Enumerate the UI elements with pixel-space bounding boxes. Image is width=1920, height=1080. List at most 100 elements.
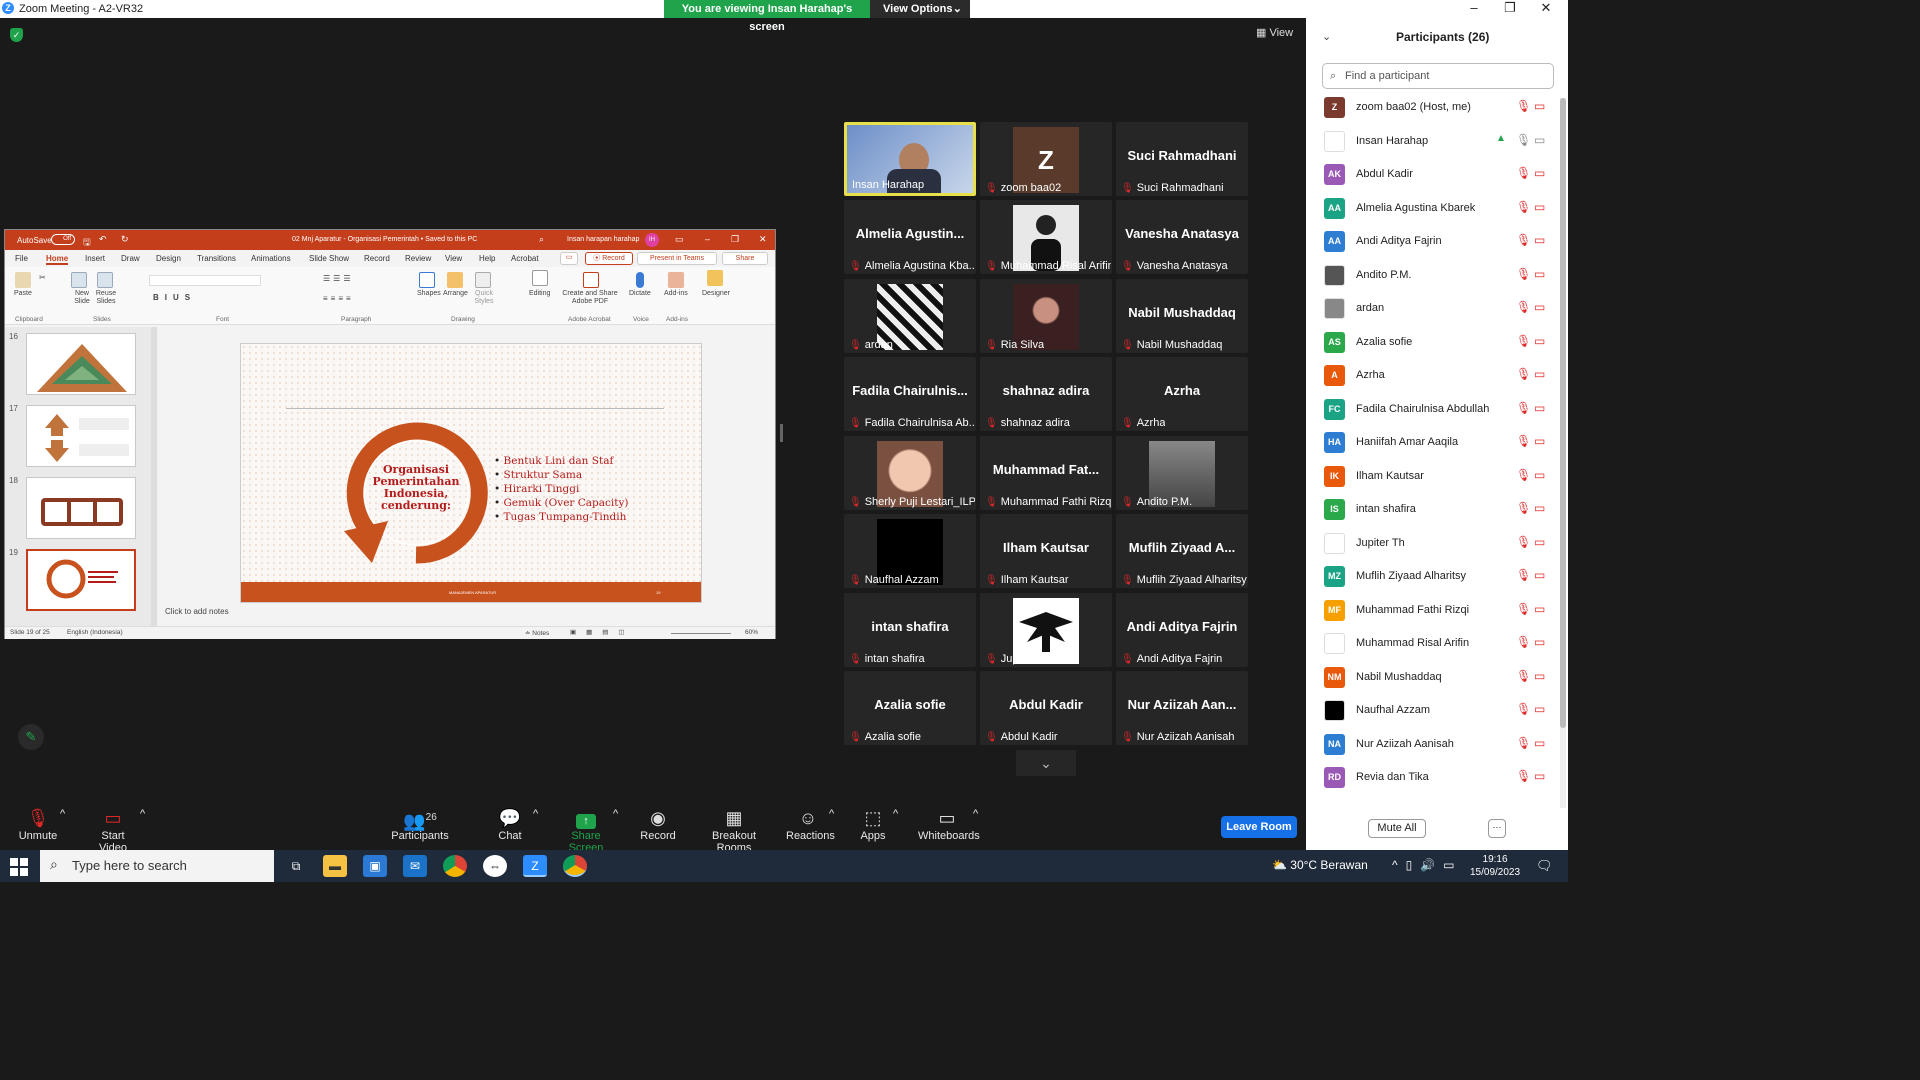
view-options-button[interactable]: View Options ⌄ bbox=[870, 0, 970, 18]
muted-mic-icon[interactable]: 🎙 bbox=[1516, 669, 1531, 683]
apps-caret-icon[interactable]: ^ bbox=[893, 808, 898, 820]
video-off-icon[interactable]: ▭ bbox=[1534, 300, 1545, 314]
comments-icon[interactable]: ▭ bbox=[560, 252, 578, 265]
shapes-label[interactable]: Shapes bbox=[417, 290, 441, 297]
unmute-button[interactable]: 🎙 Unmute bbox=[18, 808, 58, 842]
thumbs-scrollbar[interactable] bbox=[151, 327, 157, 627]
designer-icon[interactable] bbox=[707, 270, 723, 286]
zoom-taskbar-icon[interactable]: Z bbox=[523, 855, 547, 877]
video-tile[interactable]: Abdul Kadir 🎙 Abdul Kadir bbox=[980, 671, 1112, 745]
account-avatar[interactable]: IH bbox=[645, 233, 659, 247]
tab-view[interactable]: View bbox=[445, 254, 462, 263]
split-handle[interactable] bbox=[780, 424, 783, 442]
muted-mic-icon[interactable]: 🎙 bbox=[1516, 769, 1531, 783]
autosave-toggle[interactable]: Off bbox=[51, 234, 75, 245]
font-format-icons[interactable]: BIUS bbox=[153, 293, 196, 302]
whiteboards-button[interactable]: ▭ Whiteboards bbox=[918, 808, 980, 842]
notes-placeholder[interactable]: Click to add notes bbox=[165, 607, 229, 616]
taskbar-search-box[interactable]: ⌕ Type here to search bbox=[40, 850, 274, 882]
editing-icon[interactable] bbox=[532, 270, 548, 286]
video-tile[interactable]: Insan Harahap bbox=[844, 122, 976, 196]
muted-mic-icon[interactable]: 🎙 bbox=[1516, 99, 1531, 113]
maximize-icon[interactable]: ❐ bbox=[731, 234, 739, 245]
video-off-icon[interactable]: ▭ bbox=[1534, 434, 1545, 448]
arrange-label[interactable]: Arrange bbox=[443, 290, 468, 297]
ribbon-display-icon[interactable]: ▭ bbox=[675, 234, 684, 245]
document-title[interactable]: 02 Mnj Aparatur - Organisasi Pemerintah … bbox=[292, 236, 477, 243]
muted-mic-icon[interactable]: 🎙 bbox=[1516, 300, 1531, 314]
muted-mic-icon[interactable]: 🎙 bbox=[1516, 501, 1531, 515]
slide-thumbnail-16[interactable] bbox=[26, 333, 136, 395]
audio-options-caret-icon[interactable]: ^ bbox=[60, 808, 65, 820]
collapse-chevron-icon[interactable]: ⌄ bbox=[1322, 30, 1331, 43]
file-explorer-icon[interactable]: ▬ bbox=[323, 855, 347, 877]
participant-row[interactable]: Naufhal Azzam 🎙 ▭ bbox=[1306, 695, 1554, 725]
participant-row[interactable]: Andito P.M. 🎙 ▭ bbox=[1306, 260, 1554, 290]
windows-start-icon[interactable] bbox=[10, 858, 28, 876]
more-options-icon[interactable]: ··· bbox=[1488, 819, 1506, 838]
tab-help[interactable]: Help bbox=[479, 254, 495, 263]
video-tile[interactable]: Suci Rahmadhani 🎙 Suci Rahmadhani bbox=[1116, 122, 1248, 196]
video-off-icon[interactable]: ▭ bbox=[1534, 501, 1545, 515]
video-tile[interactable]: 🎙 Sherly Puji Lestari_ILP... bbox=[844, 436, 976, 510]
video-off-icon[interactable]: ▭ bbox=[1534, 166, 1545, 180]
language-indicator[interactable]: English (Indonesia) bbox=[67, 629, 123, 636]
muted-mic-icon[interactable]: 🎙 bbox=[1516, 267, 1531, 281]
muted-mic-icon[interactable]: 🎙 bbox=[1516, 535, 1531, 549]
tab-record[interactable]: Record bbox=[364, 254, 390, 263]
muted-mic-icon[interactable]: 🎙 bbox=[1516, 434, 1531, 448]
annotate-pencil-icon[interactable]: ✎ bbox=[18, 724, 44, 750]
slide-canvas[interactable]: Organisasi Pemerintahan Indonesia, cende… bbox=[240, 343, 702, 603]
zoom-level[interactable]: 60% bbox=[745, 629, 758, 636]
video-tile[interactable]: Azrha 🎙 Azrha bbox=[1116, 357, 1248, 431]
security-shield-icon[interactable]: ✓ bbox=[10, 28, 23, 42]
adobe-pdf-icon[interactable] bbox=[583, 272, 599, 288]
participant-row[interactable]: MF Muhammad Fathi Rizqi 🎙 ▭ bbox=[1306, 595, 1554, 625]
video-tile[interactable]: Almelia Agustin... 🎙 Almelia Agustina Kba.… bbox=[844, 200, 976, 274]
video-off-icon[interactable]: ▭ bbox=[1534, 99, 1545, 113]
video-options-caret-icon[interactable]: ^ bbox=[140, 808, 145, 820]
video-tile[interactable]: 🎙 Muhammad Risal Arifin bbox=[980, 200, 1112, 274]
participants-button[interactable]: 👥26 Participants bbox=[390, 808, 450, 842]
undo-icon[interactable]: ↶ bbox=[99, 234, 107, 245]
participant-row[interactable]: NM Nabil Mushaddaq 🎙 ▭ bbox=[1306, 662, 1554, 692]
participant-list-scrollbar[interactable] bbox=[1560, 98, 1566, 808]
participant-row[interactable]: IK Ilham Kautsar 🎙 ▭ bbox=[1306, 461, 1554, 491]
editing-label[interactable]: Editing bbox=[529, 290, 550, 297]
close-icon[interactable]: ✕ bbox=[1528, 0, 1564, 18]
participant-row[interactable]: A Azrha 🎙 ▭ bbox=[1306, 360, 1554, 390]
new-slide-icon[interactable] bbox=[71, 272, 87, 288]
video-off-icon[interactable]: ▭ bbox=[1534, 334, 1545, 348]
video-off-icon[interactable]: ▭ bbox=[1534, 769, 1545, 783]
participant-row[interactable]: AA Andi Aditya Fajrin 🎙 ▭ bbox=[1306, 226, 1554, 256]
video-off-icon[interactable]: ▭ bbox=[1534, 468, 1545, 482]
record-button[interactable]: ⦿ Record bbox=[585, 252, 633, 265]
dictate-label[interactable]: Dictate bbox=[629, 290, 651, 297]
tab-transitions[interactable]: Transitions bbox=[197, 254, 236, 263]
video-tile[interactable]: 🎙 Andito P.M. bbox=[1116, 436, 1248, 510]
record-button[interactable]: ◉ Record bbox=[640, 808, 676, 842]
share-screen-button[interactable]: ↑ Share Screen bbox=[555, 808, 617, 854]
video-off-icon[interactable]: ▭ bbox=[1534, 233, 1545, 247]
participant-row[interactable]: Jupiter Th 🎙 ▭ bbox=[1306, 528, 1554, 558]
participant-row[interactable]: Insan Harahap ▲ 🎙 ▭ bbox=[1306, 126, 1554, 156]
breakout-rooms-button[interactable]: ▦ Breakout Rooms bbox=[697, 808, 771, 854]
video-tile[interactable]: Vanesha Anatasya 🎙 Vanesha Anatasya bbox=[1116, 200, 1248, 274]
video-tile[interactable]: Ilham Kautsar 🎙 Ilham Kautsar bbox=[980, 514, 1112, 588]
chrome-icon[interactable] bbox=[443, 855, 467, 877]
slide-thumbnail-18[interactable] bbox=[26, 477, 136, 539]
video-off-icon[interactable]: ▭ bbox=[1534, 669, 1545, 683]
reuse-slides-icon[interactable] bbox=[97, 272, 113, 288]
muted-mic-icon[interactable]: 🎙 bbox=[1516, 401, 1531, 415]
video-tile[interactable]: Nur Aziizah Aan... 🎙 Nur Aziizah Aanisah bbox=[1116, 671, 1248, 745]
mute-all-button[interactable]: Mute All bbox=[1368, 819, 1426, 838]
video-off-icon[interactable]: ▭ bbox=[1534, 702, 1545, 716]
tab-draw[interactable]: Draw bbox=[121, 254, 140, 263]
paste-label[interactable]: Paste bbox=[14, 290, 32, 297]
muted-mic-icon[interactable]: 🎙 bbox=[1516, 702, 1531, 716]
video-off-icon[interactable]: ▭ bbox=[1534, 401, 1545, 415]
participant-row[interactable]: AA Almelia Agustina Kbarek 🎙 ▭ bbox=[1306, 193, 1554, 223]
create-pdf-label[interactable]: Create and Share Adobe PDF bbox=[561, 290, 619, 306]
muted-mic-icon[interactable]: 🎙 bbox=[1516, 602, 1531, 616]
minimize-icon[interactable]: – bbox=[1456, 0, 1492, 18]
